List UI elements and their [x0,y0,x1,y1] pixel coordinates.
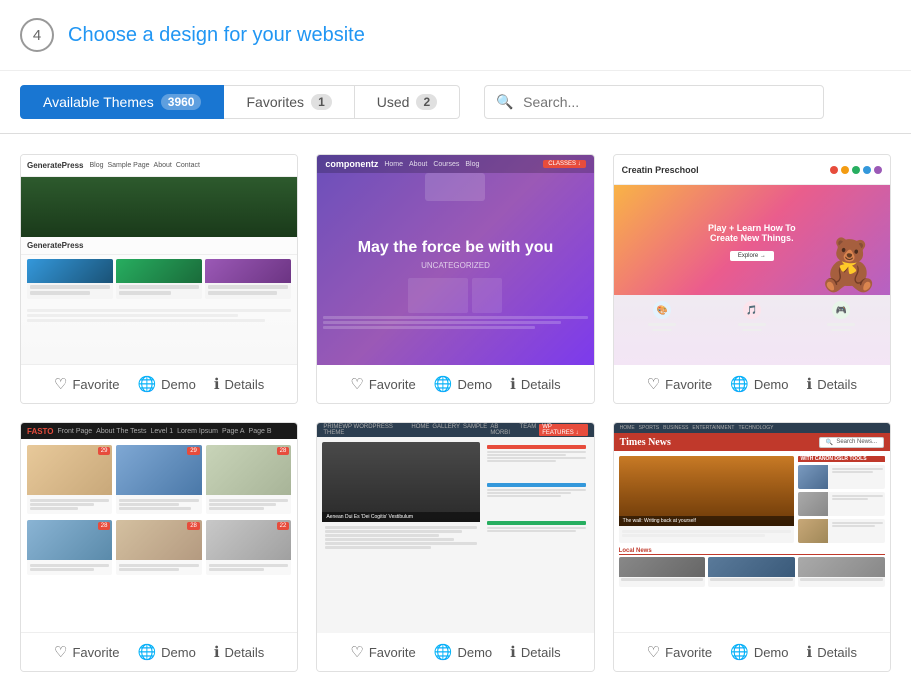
tn-logo: Times News [620,437,671,448]
info-icon: ℹ [214,375,220,393]
demo-button-fasto[interactable]: 🌐 Demo [137,643,195,661]
details-button-fasto[interactable]: ℹ Details [214,643,264,661]
info-icon: ℹ [807,643,813,661]
theme-card-fasto: FASTO Front PageAbout The TestsLevel 1Lo… [20,422,298,672]
ps-services: 🎨 🎵 🎮 [614,295,890,337]
heart-icon: ♡ [647,375,660,393]
heart-icon: ♡ [350,375,363,393]
theme-actions-componentz: ♡ Favorite 🌐 Demo ℹ Details [317,365,593,403]
gp-content [21,255,297,303]
tn-top-bar: HOMESPORTSBUSINESSENTERTAINMENTTECHNOLOG… [614,423,890,433]
prime-header: PRIMEWP WORDPRESS THEME HOMEGALLERYSAMPL… [317,423,593,437]
theme-preview-generatepress: GeneratePress BlogSample PageAboutContac… [21,155,297,365]
theme-actions-generatepress: ♡ Favorite 🌐 Demo ℹ Details [21,365,297,403]
page-header: 4 Choose a design for your website [0,0,911,71]
cz-tagline: May the force be with you [358,239,554,257]
globe-icon: 🌐 [137,643,156,661]
demo-button-timesnews[interactable]: 🌐 Demo [730,643,788,661]
tab-available-themes[interactable]: Available Themes 3960 [20,85,224,119]
heart-icon: ♡ [350,643,363,661]
details-button-primewp[interactable]: ℹ Details [510,643,560,661]
tn-header: Times News 🔍Search News... [614,433,890,451]
tn-local-grid [619,557,885,587]
themes-grid: GeneratePress BlogSample PageAboutContac… [0,134,911,692]
favorite-button-preschool[interactable]: ♡ Favorite [647,375,712,393]
step-circle: 4 [20,18,54,52]
theme-actions-timesnews: ♡ Favorite 🌐 Demo ℹ Details [614,633,890,671]
theme-preview-timesnews: HOMESPORTSBUSINESSENTERTAINMENTTECHNOLOG… [614,423,890,633]
gp-nav: BlogSample PageAboutContact [89,162,199,169]
tn-aside: WITH CANON DSLR TOOLS [798,456,885,543]
theme-card-primewp: PRIMEWP WORDPRESS THEME HOMEGALLERYSAMPL… [316,422,594,672]
page-title: Choose a design for your website [68,24,365,47]
fasto-grid: 29 29 [21,439,297,520]
theme-card-generatepress: GeneratePress BlogSample PageAboutContac… [20,154,298,404]
ps-header: Creatin Preschool [614,155,890,185]
search-input[interactable] [484,85,824,119]
globe-icon: 🌐 [434,375,453,393]
ps-headline: Play + Learn How ToCreate New Things. [700,219,804,247]
details-button-preschool[interactable]: ℹ Details [807,375,857,393]
details-button-componentz[interactable]: ℹ Details [510,375,560,393]
ps-hero: 🧸 Play + Learn How ToCreate New Things. … [614,185,890,295]
tn-local-title: Local News [619,548,885,555]
search-box: 🔍 [484,85,824,119]
theme-actions-fasto: ♡ Favorite 🌐 Demo ℹ Details [21,633,297,671]
theme-card-componentz: componentz HomeAboutCoursesBlog CLASSES … [316,154,594,404]
theme-actions-primewp: ♡ Favorite 🌐 Demo ℹ Details [317,633,593,671]
cz-nav: componentz HomeAboutCoursesBlog CLASSES … [317,155,593,173]
details-button-timesnews[interactable]: ℹ Details [807,643,857,661]
details-button-generatepress[interactable]: ℹ Details [214,375,264,393]
info-icon: ℹ [807,375,813,393]
tn-feat-overlay: The wall: Writing back at yourself [619,516,794,526]
bear-emoji: 🧸 [818,236,880,295]
theme-preview-primewp: PRIMEWP WORDPRESS THEME HOMEGALLERYSAMPL… [317,423,593,633]
heart-icon: ♡ [647,643,660,661]
info-icon: ℹ [510,375,516,393]
theme-preview-componentz: componentz HomeAboutCoursesBlog CLASSES … [317,155,593,365]
fasto-bottom-grid: 28 28 [21,520,297,581]
heart-icon: ♡ [54,375,67,393]
globe-icon: 🌐 [137,375,156,393]
globe-icon: 🌐 [730,375,749,393]
demo-button-componentz[interactable]: 🌐 Demo [434,375,492,393]
theme-preview-fasto: FASTO Front PageAbout The TestsLevel 1Lo… [21,423,297,633]
tn-main: The wall: Writing back at yourself WITH … [614,451,890,548]
tabs-bar: Available Themes 3960 Favorites 1 Used 2… [0,71,911,134]
tab-used[interactable]: Used 2 [355,85,460,119]
gp-hero [21,177,297,237]
demo-button-primewp[interactable]: 🌐 Demo [434,643,492,661]
cz-sub: UNCATEGORIZED [421,261,490,270]
theme-preview-preschool: Creatin Preschool 🧸 Play + Learn How ToC… [614,155,890,365]
heart-icon: ♡ [54,643,67,661]
theme-card-preschool: Creatin Preschool 🧸 Play + Learn How ToC… [613,154,891,404]
favorite-button-componentz[interactable]: ♡ Favorite [350,375,415,393]
favorite-button-primewp[interactable]: ♡ Favorite [350,643,415,661]
theme-card-timesnews: HOMESPORTSBUSINESSENTERTAINMENTTECHNOLOG… [613,422,891,672]
favorite-button-timesnews[interactable]: ♡ Favorite [647,643,712,661]
info-icon: ℹ [510,643,516,661]
favorite-button-generatepress[interactable]: ♡ Favorite [54,375,119,393]
globe-icon: 🌐 [434,643,453,661]
tn-local: Local News [614,548,890,592]
demo-button-generatepress[interactable]: 🌐 Demo [137,375,195,393]
tab-favorites[interactable]: Favorites 1 [224,85,354,119]
gp-header: GeneratePress BlogSample PageAboutContac… [21,155,297,177]
info-icon: ℹ [214,643,220,661]
theme-actions-preschool: ♡ Favorite 🌐 Demo ℹ Details [614,365,890,403]
favorite-button-fasto[interactable]: ♡ Favorite [54,643,119,661]
globe-icon: 🌐 [730,643,749,661]
demo-button-preschool[interactable]: 🌐 Demo [730,375,788,393]
search-icon: 🔍 [496,94,513,111]
prime-main: Aenean Dui Es 'Dei Cogitis' Vestibulum [317,437,593,558]
fasto-header: FASTO Front PageAbout The TestsLevel 1Lo… [21,423,297,439]
